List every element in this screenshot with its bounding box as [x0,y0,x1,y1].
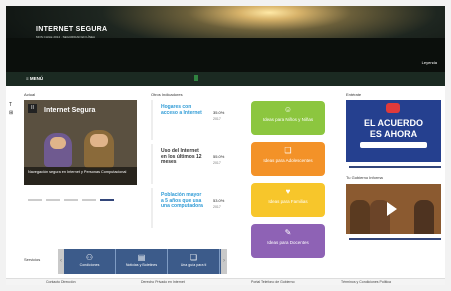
newspaper-icon: ▤ [137,253,146,262]
indicator-text: Población mayor a 5 años que usa una com… [161,192,203,209]
side-tools: T ⊞ [9,101,17,117]
tile-label: Ideas para Adolescentes [263,158,313,163]
site-subtitle: MOS CHILE 2014 · SEGURIDAD EN LÍNEA [36,35,96,39]
promo-indicator [349,166,441,168]
indicator-value: 55.0% [213,154,225,159]
service-condiciones[interactable]: ⚇ Condiciones [64,249,116,274]
tile-label: Ideas para Familias [268,199,308,204]
family-icon: ♥ [285,187,291,196]
legend-link[interactable]: Leyenda [422,60,437,65]
header-banner: INTERNET SEGURA MOS CHILE 2014 · SEGURID… [6,6,445,72]
tile-label: Ideas para Docentes [267,240,309,245]
tile-docentes[interactable]: ✎ Ideas para Docentes [251,224,325,258]
footer-link[interactable]: Derecho Privado en Internet [141,280,185,284]
tile-label: Ideas para Niños y Niñas [262,117,314,122]
section-indicators-label: Otros Indicadores [151,92,183,97]
site-logo[interactable]: INTERNET SEGURA [36,26,107,33]
section-gobierno-label: Tu Gobierno Informa [346,175,383,180]
service-noticias[interactable]: ▤ Noticias y Boletines [116,249,168,274]
promo-banner[interactable]: EL ACUERDO ES AHORA [346,100,441,162]
indicator-text: Hogares con acceso a Internet [161,104,202,116]
service-label: Condiciones [79,263,100,267]
people-icon: ⚇ [85,253,94,262]
service-label: Noticias y Boletines [125,263,158,267]
tile-familias[interactable]: ♥ Ideas para Familias [251,183,325,217]
indicator-card[interactable]: Hogares con acceso a Internet 35.0% 2017 [151,100,236,140]
book-icon: ❏ [189,253,198,262]
indicator-value: 35.0% [213,110,225,115]
indicator-value: 53.0% [213,198,225,203]
page: INTERNET SEGURA MOS CHILE 2014 · SEGURID… [6,6,445,285]
footer-link[interactable]: Portal Telefono de Gobierno [251,280,295,284]
play-icon[interactable] [387,202,397,216]
news-slider[interactable]: II Internet Segura Navegación segura en … [24,100,137,185]
print-icon[interactable]: ⊞ [9,109,17,117]
teacher-icon: ✎ [284,228,292,237]
section-actual-label: Actual [24,92,36,97]
video-player[interactable] [346,184,441,234]
indicator-year: 2017 [213,205,221,209]
menu-button[interactable]: ≡ MENÚ [26,76,43,81]
tile-ninos[interactable]: ☺ Ideas para Niños y Niñas [251,101,325,135]
text-size-icon[interactable]: T [9,101,17,109]
teen-icon: ❑ [284,146,292,155]
footer-links: Contacto Dirección Derecho Privado en In… [6,278,445,285]
slider-dot[interactable] [46,199,60,201]
footer-link[interactable]: Términos y Condiciones Política [341,280,391,284]
main-menu-bar: ≡ MENÚ [6,72,445,86]
slider-dot[interactable] [28,199,42,201]
footer-link[interactable]: Contacto Dirección [46,280,76,284]
services-carousel: ⚇ Condiciones ▤ Noticias y Boletines ❏ U… [64,249,221,274]
section-enterate-label: Entérate [346,92,362,97]
slider-dot[interactable] [82,199,96,201]
services-next-icon[interactable]: › [221,249,227,274]
slider-caption[interactable]: Navegación segura en Internet y Personas… [24,167,137,185]
indicator-year: 2017 [213,117,221,121]
indicator-card[interactable]: Uso del Internet en los últimos 12 meses… [151,144,236,184]
slider-title: Internet Segura [44,107,96,114]
tile-adolescentes[interactable]: ❑ Ideas para Adolescentes [251,142,325,176]
service-label: Una guía para ti [180,263,207,267]
video-indicator [349,238,441,240]
slider-dot-active[interactable] [100,199,114,201]
service-guia[interactable]: ❏ Una guía para ti [168,249,220,274]
indicator-year: 2017 [213,161,221,165]
kids-icon: ☺ [283,105,293,114]
pause-icon[interactable]: II [28,104,37,113]
hand-icon [386,103,400,113]
section-services-label: Servicios [24,257,41,262]
indicator-card[interactable]: Población mayor a 5 años que usa una com… [151,188,236,228]
promo-line2: ES AHORA [369,129,418,139]
slider-dot[interactable] [64,199,78,201]
indicator-text: Uso del Internet en los últimos 12 meses [161,148,202,165]
promo-line1: EL ACUERDO [363,118,423,128]
slider-dots[interactable] [28,188,138,201]
